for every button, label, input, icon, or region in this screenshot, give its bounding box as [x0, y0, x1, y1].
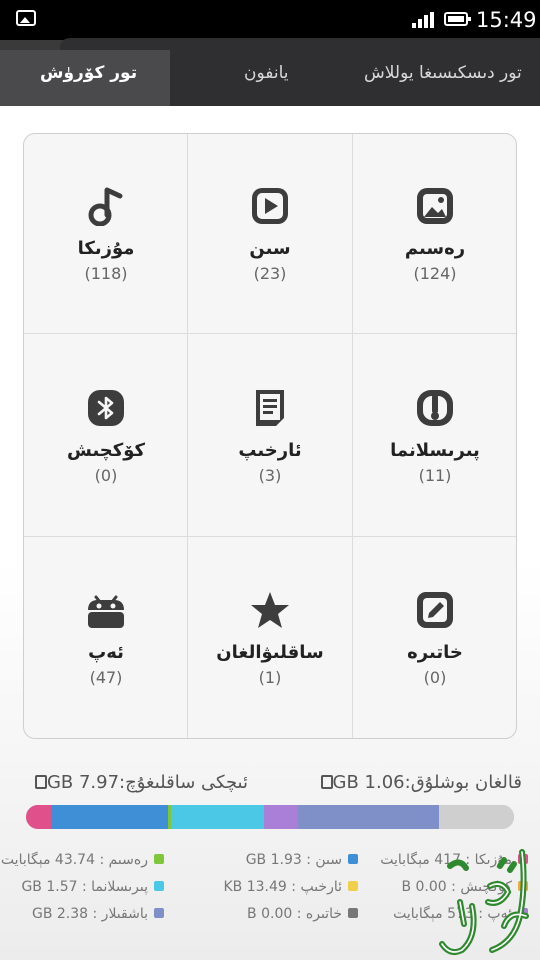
category-count: (11) [418, 466, 452, 485]
usage-segment-apps [263, 805, 298, 829]
battery-icon [444, 12, 471, 26]
tab-upload-to-cloud[interactable]: تور دىسكىسىغا يوللاش [364, 40, 522, 106]
category-label: خاتىرە [407, 642, 463, 663]
category-archives[interactable]: پىرىسلانما (11) [353, 336, 516, 538]
legend-text: پىرىسلانما : GB 1.57 [21, 879, 148, 895]
legend-item: پىرىسلانما : GB 1.57 [21, 879, 164, 895]
storage-usage-bar [26, 805, 514, 829]
category-apps[interactable]: ئەپ (47) [24, 538, 188, 738]
legend-item: خاتىرە : B 0.00 [247, 906, 358, 922]
legend-text: سىن : GB 1.93 [245, 852, 342, 868]
legend-swatch [154, 854, 164, 864]
watermark-logo [439, 849, 529, 955]
category-label: پىرىسلانما [390, 440, 480, 461]
category-video[interactable]: سىن (23) [188, 134, 352, 336]
category-label: ئەپ [88, 642, 124, 663]
legend-item: ئارخىپ : KB 13.49 [223, 879, 358, 895]
category-count: (47) [89, 668, 123, 687]
star-icon [251, 592, 289, 628]
category-documents[interactable]: ئارخىپ (3) [188, 336, 352, 538]
usage-segment-documents [170, 805, 264, 829]
signal-icon [412, 12, 434, 28]
android-icon [88, 595, 124, 628]
tab-phone[interactable]: يانفون [244, 40, 289, 106]
legend-text: خاتىرە : B 0.00 [247, 906, 342, 922]
category-favorites[interactable]: ساقلىۋالغان (1) [188, 538, 352, 738]
legend-item: سىن : GB 1.93 [246, 852, 358, 868]
category-label: مۇزىكا [77, 238, 135, 259]
zip-icon [417, 390, 453, 426]
legend-text: رەسىم : 43.74 مېگابايت [0, 852, 148, 868]
remaining-space-text: قالغان بوشلۇق:GB 1.06 [315, 772, 522, 793]
category-label: كۆكچىش [67, 440, 145, 461]
usage-segment-other [297, 805, 440, 829]
legend-swatch [348, 881, 358, 891]
note-icon [417, 592, 453, 628]
internal-storage-text: ئىچكى ساقلىغۇچ:GB 7.97 [29, 772, 248, 793]
category-count: (0) [94, 466, 118, 485]
category-count: (1) [258, 668, 282, 687]
legend-item: رەسىم : 43.74 مېگابايت [1, 852, 164, 868]
category-label: ئارخىپ [238, 440, 302, 461]
sd-card-icon [34, 775, 47, 789]
bluetooth-icon [88, 390, 124, 426]
document-icon [256, 390, 284, 426]
usage-segment-video [51, 805, 169, 829]
image-icon [417, 188, 453, 224]
category-images[interactable]: رەسىم (124) [353, 134, 516, 336]
legend-swatch [348, 908, 358, 918]
sd-card-icon [320, 775, 333, 789]
legend-item: باشقىلار : GB 2.38 [32, 906, 164, 922]
status-time: 15:49 [476, 8, 537, 32]
tab-browse[interactable]: تور كۆرۈش [40, 40, 137, 106]
category-count: (3) [258, 466, 282, 485]
gallery-notification-icon [16, 10, 36, 26]
category-count: (118) [84, 264, 128, 283]
music-note-icon [88, 187, 123, 226]
category-count: (23) [253, 264, 287, 283]
legend-swatch [154, 881, 164, 891]
status-bar: 15:49 [0, 0, 540, 40]
category-label: ساقلىۋالغان [216, 642, 324, 663]
category-count: (0) [423, 668, 447, 687]
legend-text: ئارخىپ : KB 13.49 [223, 879, 343, 895]
usage-segment-free [439, 805, 514, 829]
category-count: (124) [413, 264, 457, 283]
category-grid: مۇزىكا (118) سىن (23) رەسىم (124) كۆكچىش… [23, 133, 517, 739]
play-icon [252, 188, 288, 224]
category-label: رەسىم [404, 238, 466, 259]
category-music[interactable]: مۇزىكا (118) [24, 134, 188, 336]
legend-text: باشقىلار : GB 2.38 [31, 906, 148, 922]
category-bluetooth[interactable]: كۆكچىش (0) [24, 336, 188, 538]
usage-segment-music [26, 805, 52, 829]
category-notes[interactable]: خاتىرە (0) [353, 538, 516, 738]
legend-swatch [348, 854, 358, 864]
legend-swatch [154, 908, 164, 918]
category-label: سىن [249, 238, 291, 259]
